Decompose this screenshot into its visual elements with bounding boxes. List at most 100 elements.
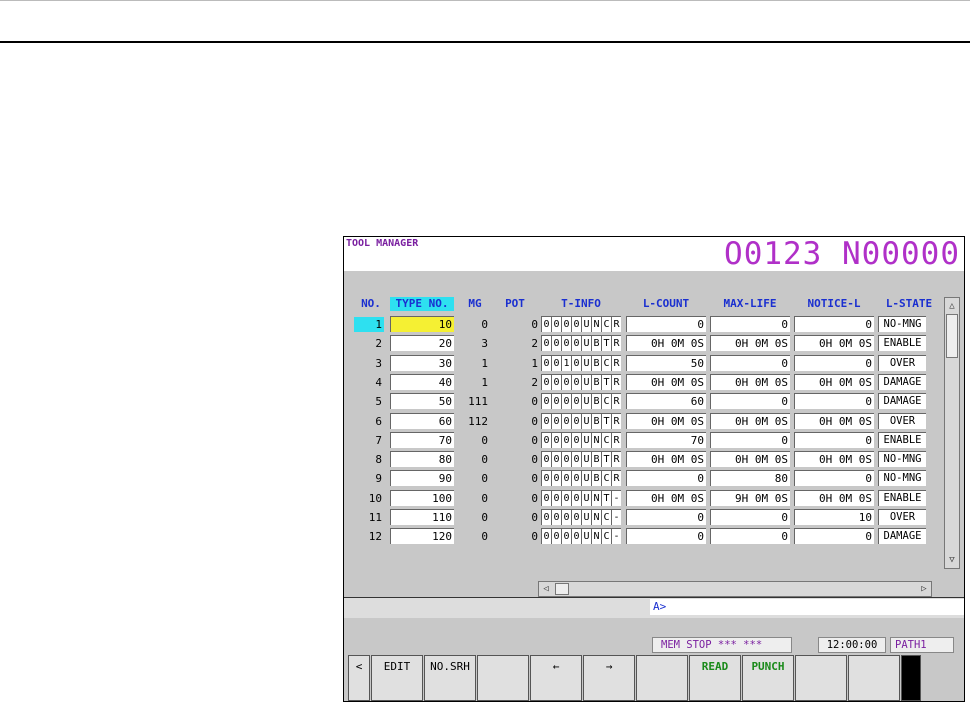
scroll-down-icon[interactable]: ▽ [946, 553, 958, 567]
notice-l-field[interactable]: 0 [794, 316, 874, 332]
l-state-field[interactable]: DAMAGE [878, 373, 926, 390]
l-count-field[interactable]: 0 [626, 509, 706, 525]
max-life-field[interactable]: 0 [710, 528, 790, 545]
l-count-field[interactable]: 50 [626, 354, 706, 371]
notice-l-field[interactable]: 0H 0M 0S [794, 335, 874, 352]
softkey-blank-2[interactable] [636, 655, 688, 701]
l-state-field[interactable]: NO-MNG [878, 451, 926, 468]
vertical-scrollbar[interactable]: △ ▽ [944, 297, 960, 569]
vertical-scroll-thumb[interactable] [946, 314, 958, 358]
notice-l-field[interactable]: 0H 0M 0S [794, 373, 874, 390]
table-row[interactable]: 10 100 0 0 0 0 0 0 U N T -0H 0M 0S 9H 0M 0S 0H 0M 0S E… [344, 489, 944, 508]
max-life-field[interactable]: 0H 0M 0S [710, 373, 790, 390]
softkey-edit[interactable]: EDIT [371, 655, 423, 701]
notice-l-field[interactable]: 0H 0M 0S [794, 489, 874, 506]
scroll-right-icon[interactable]: ▷ [917, 582, 931, 596]
max-life-field[interactable]: 9H 0M 0S [710, 489, 790, 506]
max-life-field[interactable]: 0 [710, 431, 790, 448]
l-count-field[interactable]: 60 [626, 393, 706, 410]
horizontal-scrollbar[interactable]: ◁ ▷ [538, 581, 932, 597]
softkey-left-arrow-icon[interactable]: ← [530, 655, 582, 701]
notice-l-field[interactable]: 0H 0M 0S [794, 451, 874, 468]
notice-l-field[interactable]: 0 [794, 431, 874, 448]
t-info-field[interactable]: 0000UBCR [541, 393, 621, 410]
table-row[interactable]: 8 80 0 0 0 0 0 0 U B T R 0H 0M 0S 0H 0M 0S 0H 0M 0S NO-… [344, 450, 944, 469]
table-row[interactable]: 7 70 0 0 0 0 0 0 U N C R 70 0 0 ENABLE [344, 431, 944, 450]
softkey-read[interactable]: READ [689, 655, 741, 701]
max-life-field[interactable]: 80 [710, 470, 790, 487]
type-no-field[interactable]: 30 [390, 354, 454, 371]
l-state-field[interactable]: OVER [878, 412, 926, 429]
t-info-field[interactable]: 0000UBCR [541, 470, 621, 487]
t-info-field[interactable]: 0000UBTR [541, 451, 621, 468]
l-count-field[interactable]: 0H 0M 0S [626, 335, 706, 352]
softkey-left-icon[interactable]: < [348, 655, 370, 701]
type-no-field[interactable]: 70 [390, 431, 454, 448]
max-life-field[interactable]: 0 [710, 509, 790, 525]
table-row[interactable]: 11 110 0 0 0 0 0 0 U N C -0 0 10 OVER [344, 508, 944, 527]
table-row[interactable]: 2 20 3 2 0 0 0 0 U B T R 0H 0M 0S 0H 0M 0S 0H 0M 0S ENA… [344, 334, 944, 353]
max-life-field[interactable]: 0H 0M 0S [710, 451, 790, 468]
l-count-field[interactable]: 0 [626, 528, 706, 545]
type-no-field[interactable]: 120 [390, 528, 454, 545]
l-state-field[interactable]: OVER [878, 509, 926, 525]
softkey-punch[interactable]: PUNCH [742, 655, 794, 701]
type-no-field[interactable]: 100 [390, 489, 454, 506]
l-count-field[interactable]: 0 [626, 316, 706, 332]
l-state-field[interactable]: DAMAGE [878, 528, 926, 545]
l-count-field[interactable]: 70 [626, 431, 706, 448]
table-row[interactable]: 9 90 0 0 0 0 0 0 U B C R 0 80 0 NO-MNG [344, 469, 944, 488]
t-info-field[interactable]: 0000UBTR [541, 335, 621, 352]
t-info-field[interactable]: 0000UNC- [541, 509, 621, 525]
softkey-no-srh[interactable]: NO.SRH [424, 655, 476, 701]
table-row[interactable]: 1 10 0 0 0 0 0 0 U N C R 0 0 0 NO-MNG [344, 315, 944, 334]
l-count-field[interactable]: 0 [626, 470, 706, 487]
type-no-field[interactable]: 10 [390, 316, 454, 332]
t-info-field[interactable]: 0000UNCR [541, 431, 621, 448]
type-no-field[interactable]: 90 [390, 470, 454, 487]
t-info-field[interactable]: 0000UBTR [541, 373, 621, 390]
key-input-line[interactable]: A> [650, 599, 964, 615]
max-life-field[interactable]: 0 [710, 316, 790, 332]
notice-l-field[interactable]: 0H 0M 0S [794, 412, 874, 429]
l-count-field[interactable]: 0H 0M 0S [626, 451, 706, 468]
type-no-field[interactable]: 20 [390, 335, 454, 352]
max-life-field[interactable]: 0H 0M 0S [710, 335, 790, 352]
table-row[interactable]: 4 40 1 2 0 0 0 0 U B T R 0H 0M 0S 0H 0M 0S 0H 0M 0S DAM… [344, 373, 944, 392]
type-no-field[interactable]: 110 [390, 509, 454, 525]
t-info-field[interactable]: 0000UNT- [541, 489, 621, 506]
type-no-field[interactable]: 60 [390, 412, 454, 429]
t-info-field[interactable]: 0000UBTR [541, 412, 621, 429]
softkey-right-arrow-icon[interactable]: → [583, 655, 635, 701]
notice-l-field[interactable]: 0 [794, 528, 874, 545]
l-state-field[interactable]: DAMAGE [878, 393, 926, 410]
scroll-up-icon[interactable]: △ [946, 299, 958, 313]
table-row[interactable]: 12 120 0 0 0 0 0 0 U N C -0 0 0 DAMAGE [344, 527, 944, 546]
scroll-left-icon[interactable]: ◁ [539, 582, 553, 596]
notice-l-field[interactable]: 0 [794, 470, 874, 487]
notice-l-field[interactable]: 0 [794, 354, 874, 371]
softkey-blank-3[interactable] [795, 655, 847, 701]
max-life-field[interactable]: 0 [710, 393, 790, 410]
table-row[interactable]: 3 30 1 1 0 0 1 0 U B C R 50 0 0 OVER [344, 354, 944, 373]
max-life-field[interactable]: 0H 0M 0S [710, 412, 790, 429]
max-life-field[interactable]: 0 [710, 354, 790, 371]
l-count-field[interactable]: 0H 0M 0S [626, 373, 706, 390]
horizontal-scroll-thumb[interactable] [555, 583, 569, 595]
type-no-field[interactable]: 80 [390, 451, 454, 468]
notice-l-field[interactable]: 0 [794, 393, 874, 410]
column-header-type-no[interactable]: TYPE NO. [390, 297, 454, 311]
t-info-field[interactable]: 0010UBCR [541, 354, 621, 371]
table-row[interactable]: 6 60 112 0 0 0 0 0 U B T R 0H 0M 0S 0H 0M 0S 0H 0M 0S O… [344, 412, 944, 431]
l-state-field[interactable]: ENABLE [878, 431, 926, 448]
t-info-field[interactable]: 0000UNCR [541, 316, 621, 332]
l-count-field[interactable]: 0H 0M 0S [626, 412, 706, 429]
type-no-field[interactable]: 40 [390, 373, 454, 390]
type-no-field[interactable]: 50 [390, 393, 454, 410]
l-count-field[interactable]: 0H 0M 0S [626, 489, 706, 506]
notice-l-field[interactable]: 10 [794, 509, 874, 525]
l-state-field[interactable]: ENABLE [878, 335, 926, 352]
t-info-field[interactable]: 0000UNC- [541, 528, 621, 545]
l-state-field[interactable]: ENABLE [878, 489, 926, 506]
softkey-blank-1[interactable] [477, 655, 529, 701]
